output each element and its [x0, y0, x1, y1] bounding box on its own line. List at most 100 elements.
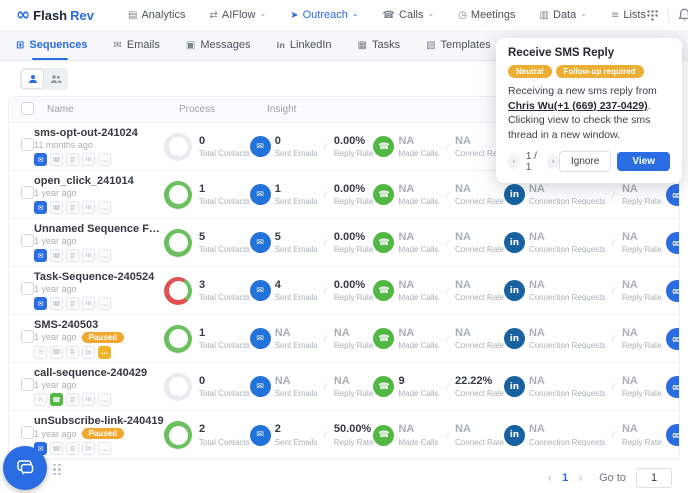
tab-tasks[interactable]: ▦ Tasks — [358, 30, 401, 60]
sequence-name[interactable]: open_click_241014 — [34, 175, 164, 187]
brand-logo[interactable]: ∞ FlashRev — [16, 7, 94, 24]
made-calls-value: NA — [398, 135, 438, 147]
popup-next-icon[interactable]: › — [547, 154, 559, 169]
process-donut — [164, 421, 192, 449]
row-checkbox[interactable] — [21, 138, 34, 151]
open-sequence-button[interactable]: ∞ — [666, 232, 680, 254]
connect-rate-value: NA — [455, 423, 504, 435]
popup-prev-icon[interactable]: ‹ — [508, 154, 520, 169]
owner-view-toggle — [20, 68, 68, 90]
topnav-right: 195K ∞ — [646, 4, 688, 26]
table-row[interactable]: Unnamed Sequence Fri Sep 06 2024 20:0...… — [9, 219, 679, 267]
reply-rate-value: 0.00% — [334, 279, 374, 291]
total-contacts-label: Total Contacts — [199, 245, 250, 254]
page-number[interactable]: 1 — [562, 472, 568, 484]
top-nav: ∞ FlashRev ▤ Analytics ⇄ AIFlow ⌄ ➤ Outr… — [0, 0, 688, 30]
channel-steps: ✉ ☎ ≣ in … — [34, 201, 164, 214]
email-metrics: ✉ 1 Sent Emails / 0.00% Reply Rate — [250, 183, 374, 206]
linkedin-reply-rate-label: Reply Rate — [622, 293, 662, 302]
next-page-icon[interactable]: › — [578, 471, 583, 485]
nav-item-meetings[interactable]: ◷ Meetings — [458, 9, 515, 21]
row-checkbox[interactable] — [21, 186, 34, 199]
email-metrics: ✉ 5 Sent Emails / 0.00% Reply Rate — [250, 231, 374, 254]
linkedin-reply-rate-value: NA — [622, 231, 662, 243]
contact-link[interactable]: Chris Wu(+1 (669) 237-0429) — [508, 100, 648, 112]
connect-rate-label: Connect Rate — [455, 389, 504, 398]
email-icon: ✉ — [250, 328, 271, 349]
linkedin-step-icon: in — [82, 346, 95, 359]
connect-rate-value: NA — [455, 183, 504, 195]
call-metrics: ☎ NA Made Calls / NA Connect Rate — [373, 183, 503, 206]
call-step-icon: ☎ — [50, 346, 63, 359]
divider: / — [323, 382, 328, 392]
open-sequence-button[interactable]: ∞ — [666, 376, 680, 398]
tab-messages[interactable]: ▣ Messages — [186, 30, 251, 60]
row-checkbox[interactable] — [21, 330, 34, 343]
open-sequence-button[interactable]: ∞ — [666, 184, 680, 206]
nav-item-data[interactable]: ▥ Data ⌄ — [540, 9, 587, 21]
linkedin-icon: in — [504, 232, 525, 253]
dialpad-icon[interactable] — [646, 9, 659, 22]
open-sequence-button[interactable]: ∞ — [666, 280, 680, 302]
divider: / — [611, 238, 616, 248]
view-button[interactable]: View — [617, 152, 670, 171]
row-checkbox[interactable] — [21, 426, 34, 439]
sequence-age: 1 year ago — [34, 284, 77, 294]
sms-step-icon: … — [98, 249, 111, 262]
linkedin-step-icon: in — [82, 201, 95, 214]
table-row[interactable]: unSubscribe-link-240419 1 year ago Pause… — [9, 411, 679, 459]
chat-fab-button[interactable] — [3, 446, 47, 490]
reply-rate-value: 0.00% — [334, 231, 374, 243]
nav-label: AIFlow — [222, 9, 256, 21]
sequence-name[interactable]: Unnamed Sequence Fri Sep 06 2024 20:0... — [34, 223, 164, 235]
table-row[interactable]: Task-Sequence-240524 1 year ago ✉ ☎ ≣ in… — [9, 267, 679, 315]
linkedin-metrics: in NA Connection Requests / NA Reply Rat… — [504, 279, 662, 302]
notifications-bell-icon[interactable] — [678, 8, 688, 22]
header-name: Name — [47, 104, 179, 115]
table-row[interactable]: SMS-240503 1 year ago Paused ✉ ☎ ≣ in … … — [9, 315, 679, 363]
sequence-name[interactable]: Task-Sequence-240524 — [34, 271, 164, 283]
nav-item-analytics[interactable]: ▤ Analytics — [128, 9, 185, 21]
phone-icon: ☎ — [373, 280, 394, 301]
open-sequence-button[interactable]: ∞ — [666, 328, 680, 350]
sequence-name[interactable]: unSubscribe-link-240419 — [34, 415, 164, 427]
task-step-icon: ≣ — [66, 249, 79, 262]
tab-emails[interactable]: ✉ Emails — [113, 30, 159, 60]
tab-linkedin[interactable]: in LinkedIn — [276, 30, 331, 60]
open-sequence-button[interactable]: ∞ — [666, 424, 680, 446]
sequence-name[interactable]: call-sequence-240429 — [34, 367, 164, 379]
linkedin-reply-rate-label: Reply Rate — [622, 197, 662, 206]
tab-sequences[interactable]: ⊞ Sequences — [16, 30, 87, 60]
goto-page-input[interactable] — [636, 468, 672, 488]
email-icon: ✉ — [250, 136, 271, 157]
nav-item-lists[interactable]: ≡ Lists — [611, 9, 646, 21]
tab-templates[interactable]: ▧ Templates — [426, 30, 491, 60]
insight-cell: ✉ 4 Sent Emails / 0.00% Reply Rate ☎ NA … — [250, 279, 666, 302]
my-sequences-toggle[interactable] — [22, 70, 43, 88]
row-checkbox[interactable] — [21, 378, 34, 391]
row-checkbox[interactable] — [21, 282, 34, 295]
sequence-name[interactable]: sms-opt-out-241024 — [34, 127, 164, 139]
call-metrics: ☎ NA Made Calls / NA Connect Rate — [373, 423, 503, 446]
all-sequences-toggle[interactable] — [45, 70, 66, 88]
meetings-icon: ◷ — [458, 10, 467, 21]
ignore-button[interactable]: Ignore — [559, 151, 611, 172]
insight-cell: ✉ NA Sent Emails / NA Reply Rate ☎ NA Ma… — [250, 327, 666, 350]
table-row[interactable]: call-sequence-240429 1 year ago ✉ ☎ ≣ in… — [9, 363, 679, 411]
tab-label: Messages — [200, 39, 250, 51]
prev-page-icon[interactable]: ‹ — [547, 471, 552, 485]
phone-icon: ☎ — [373, 328, 394, 349]
nav-item-aiflow[interactable]: ⇄ AIFlow ⌄ — [209, 9, 266, 21]
nav-items: ▤ Analytics ⇄ AIFlow ⌄ ➤ Outreach ⌄ ☎ Ca… — [128, 9, 646, 21]
sequence-name[interactable]: SMS-240503 — [34, 319, 164, 331]
nav-item-calls[interactable]: ☎ Calls ⌄ — [383, 9, 435, 21]
select-all-checkbox[interactable] — [21, 102, 34, 115]
nav-item-outreach[interactable]: ➤ Outreach ⌄ — [290, 9, 358, 21]
connect-rate-label: Connect Rate — [455, 293, 504, 302]
call-step-icon: ☎ — [50, 442, 63, 455]
row-checkbox[interactable] — [21, 234, 34, 247]
popup-page-indicator: 1 / 1 — [526, 151, 541, 173]
fab-drag-handle[interactable] — [53, 464, 61, 476]
reply-rate-label: Reply Rate — [334, 197, 374, 206]
phone-icon: ☎ — [373, 376, 394, 397]
